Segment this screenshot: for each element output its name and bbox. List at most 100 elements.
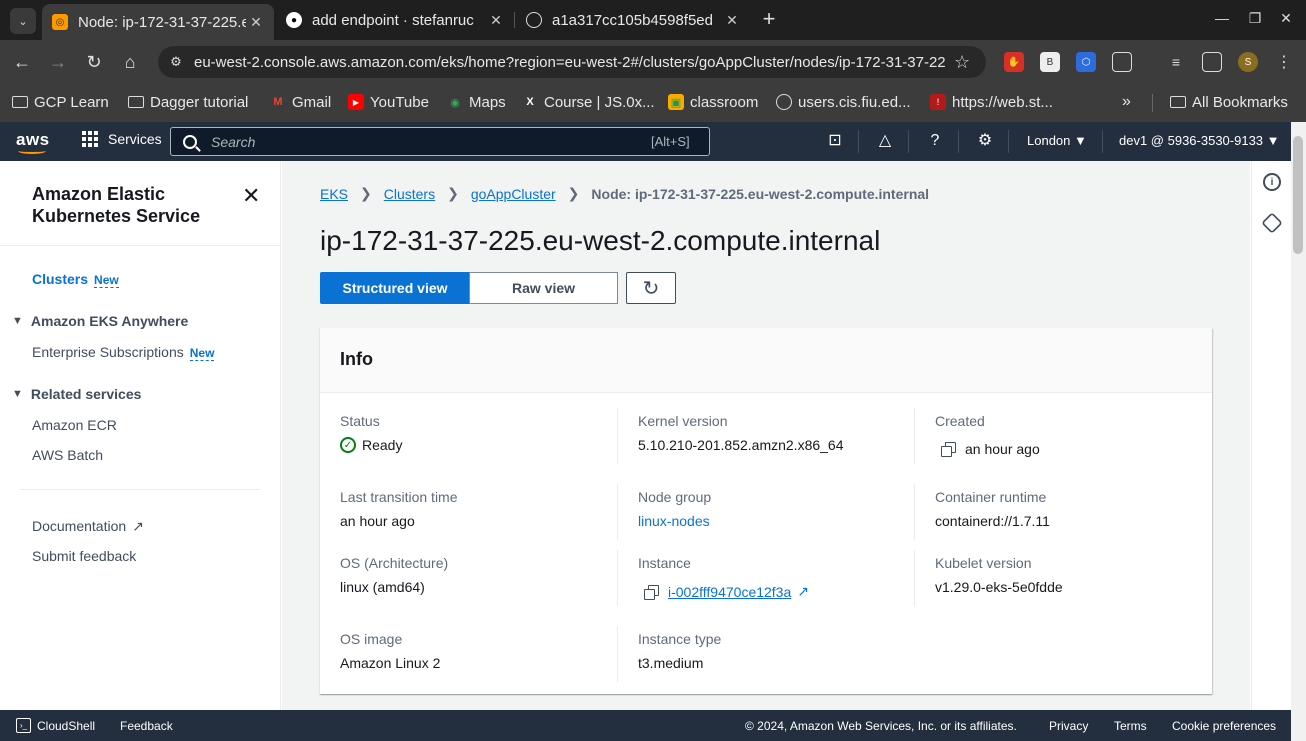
minimize-icon[interactable]: — [1212, 10, 1232, 26]
all-bookmarks[interactable]: All Bookmarks [1170, 92, 1288, 112]
info-icon[interactable]: i [1263, 173, 1281, 191]
home-icon[interactable]: ⌂ [120, 52, 140, 72]
tab-github[interactable]: ● add endpoint · stefanruc ✕ [276, 4, 514, 36]
field-instance-type: Instance type t3.medium [638, 631, 908, 671]
sidebar-item-submit-feedback[interactable]: Submit feedback [32, 548, 136, 564]
cloudshell-icon[interactable]: ⊡ [825, 131, 845, 151]
maximize-icon[interactable]: ❐ [1245, 10, 1265, 27]
browser-tab-bar: ⌄ ◎ Node: ip-172-31-37-225.e ✕ ● add end… [0, 0, 1306, 40]
help-icon[interactable]: ? [925, 131, 945, 151]
sidebar-divider [0, 245, 281, 246]
bookmark-classroom[interactable]: ▣ classroom [668, 92, 758, 112]
window-close-icon[interactable]: ✕ [1276, 10, 1296, 27]
breadcrumb-cluster[interactable]: goAppCluster [471, 186, 556, 202]
bookmark-fiu[interactable]: users.cis.fiu.ed... [776, 92, 911, 112]
forward-icon[interactable]: → [48, 52, 68, 72]
close-sidebar-icon[interactable]: ✕ [242, 183, 260, 209]
nav-divider [958, 130, 959, 153]
tab-hash[interactable]: a1a317cc105b4598f5ed ✕ [516, 4, 750, 36]
sidebar-item-batch[interactable]: AWS Batch [32, 447, 103, 463]
adblock-extension-icon[interactable]: ✋ [1004, 52, 1024, 72]
terms-link[interactable]: Terms [1114, 719, 1147, 733]
reload-icon[interactable]: ↻ [84, 52, 104, 72]
tab-search-icon[interactable]: ⌄ [10, 8, 36, 34]
bookmark-course[interactable]: X Course | JS.0x... [522, 92, 654, 112]
refresh-button[interactable]: ↻ [626, 272, 676, 304]
side-panel-icon[interactable] [1202, 52, 1222, 72]
copyright-text: © 2024, Amazon Web Services, Inc. or its… [745, 719, 1017, 733]
profile-avatar[interactable]: S [1238, 52, 1258, 72]
field-value: 5.10.210-201.852.amzn2.x86_64 [638, 437, 844, 453]
bookmark-gmail[interactable]: M Gmail [270, 92, 331, 112]
page-scrollbar[interactable] [1291, 122, 1306, 741]
section-label: Amazon EKS Anywhere [30, 313, 189, 329]
site-info-icon[interactable]: ⚙ [166, 54, 186, 70]
bookmark-youtube[interactable]: ▶ YouTube [348, 92, 429, 112]
back-icon[interactable]: ← [12, 52, 32, 72]
field-value: Amazon Linux 2 [340, 655, 441, 671]
hexagon-settings-icon[interactable] [1261, 212, 1283, 234]
structured-view-button[interactable]: Structured view [320, 272, 470, 304]
globe-icon [526, 12, 542, 28]
hex-extension-icon[interactable]: ⬡ [1076, 52, 1096, 72]
field-kernel-version: Kernel version 5.10.210-201.852.amzn2.x8… [638, 413, 908, 453]
new-badge: New [189, 346, 215, 361]
copy-icon[interactable] [941, 442, 956, 457]
column-divider [617, 484, 618, 540]
address-bar[interactable]: ⚙ eu-west-2.console.aws.amazon.com/eks/h… [158, 46, 986, 78]
copy-icon[interactable] [644, 584, 659, 600]
bookmark-maps[interactable]: ◉ Maps [447, 92, 506, 112]
notifications-bell-icon[interactable]: △ [875, 131, 895, 151]
bookmark-web[interactable]: ! https://web.st... [930, 92, 1053, 112]
privacy-link[interactable]: Privacy [1049, 719, 1088, 733]
sidebar-item-label: Enterprise Subscriptions [32, 344, 184, 360]
breadcrumb-clusters[interactable]: Clusters [384, 186, 435, 202]
settings-gear-icon[interactable]: ⚙ [975, 131, 995, 151]
bookmarks-overflow-button[interactable]: » [1122, 92, 1131, 112]
url-text[interactable]: eu-west-2.console.aws.amazon.com/eks/hom… [194, 54, 946, 71]
raw-view-button[interactable]: Raw view [469, 272, 618, 304]
scrollbar-thumb[interactable] [1293, 136, 1303, 254]
bookmark-dagger[interactable]: Dagger tutorial [128, 92, 248, 112]
console-footer: ›_ CloudShell Feedback © 2024, Amazon We… [0, 710, 1291, 741]
overflow-chevron-icon: » [1122, 93, 1131, 110]
extensions-puzzle-icon[interactable] [1112, 52, 1132, 72]
region-selector[interactable]: London ▼ [1027, 133, 1087, 148]
tab-close-icon[interactable]: ✕ [246, 14, 266, 31]
services-menu-button[interactable]: Services [82, 131, 162, 147]
bookmark-label: GCP Learn [34, 93, 109, 111]
account-menu[interactable]: dev1 @ 5936-3530-9133 ▼ [1119, 133, 1280, 148]
aws-logo[interactable]: aws [16, 130, 50, 150]
search-input[interactable] [211, 133, 641, 150]
aws-favicon-icon: ◎ [52, 14, 68, 30]
cookie-preferences-link[interactable]: Cookie preferences [1172, 719, 1276, 733]
tab-title: add endpoint · stefanruc [312, 11, 474, 29]
sidebar-item-clusters[interactable]: Clusters New [32, 271, 119, 288]
reading-list-icon[interactable]: ≡ [1166, 52, 1186, 72]
field-label: Container runtime [935, 489, 1047, 505]
menu-kebab-icon[interactable]: ⋮ [1274, 52, 1294, 72]
bookmark-star-icon[interactable]: ☆ [954, 52, 970, 73]
section-related-services[interactable]: ▼ Related services [12, 386, 141, 402]
bookmark-gcp-learn[interactable]: GCP Learn [12, 92, 109, 112]
search-shortcut-hint: [Alt+S] [651, 134, 690, 149]
tab-node[interactable]: ◎ Node: ip-172-31-37-225.e ✕ [42, 4, 274, 40]
tab-close-icon[interactable]: ✕ [722, 12, 742, 29]
tab-close-icon[interactable]: ✕ [486, 12, 506, 29]
service-title[interactable]: Amazon Elastic Kubernetes Service [32, 183, 222, 227]
sidebar-item-documentation[interactable]: Documentation ↗ [32, 518, 144, 535]
section-eks-anywhere[interactable]: ▼ Amazon EKS Anywhere [12, 313, 188, 329]
breadcrumb-eks[interactable]: EKS [320, 186, 348, 202]
node-group-link[interactable]: linux-nodes [638, 513, 908, 529]
classroom-icon: ▣ [668, 94, 684, 110]
new-tab-button[interactable]: + [758, 8, 780, 32]
sidebar-item-ecr[interactable]: Amazon ECR [32, 417, 117, 433]
section-label: Related services [30, 386, 142, 402]
cloudshell-button[interactable]: CloudShell [37, 719, 95, 733]
field-label: Instance type [638, 631, 722, 647]
instance-link[interactable]: i-002fff9470ce12f3a [668, 584, 791, 600]
console-search[interactable]: [Alt+S] [170, 127, 710, 156]
feedback-button[interactable]: Feedback [120, 719, 173, 733]
b-extension-icon[interactable]: B [1040, 52, 1060, 72]
sidebar-item-enterprise-subscriptions[interactable]: Enterprise Subscriptions New [32, 344, 215, 361]
